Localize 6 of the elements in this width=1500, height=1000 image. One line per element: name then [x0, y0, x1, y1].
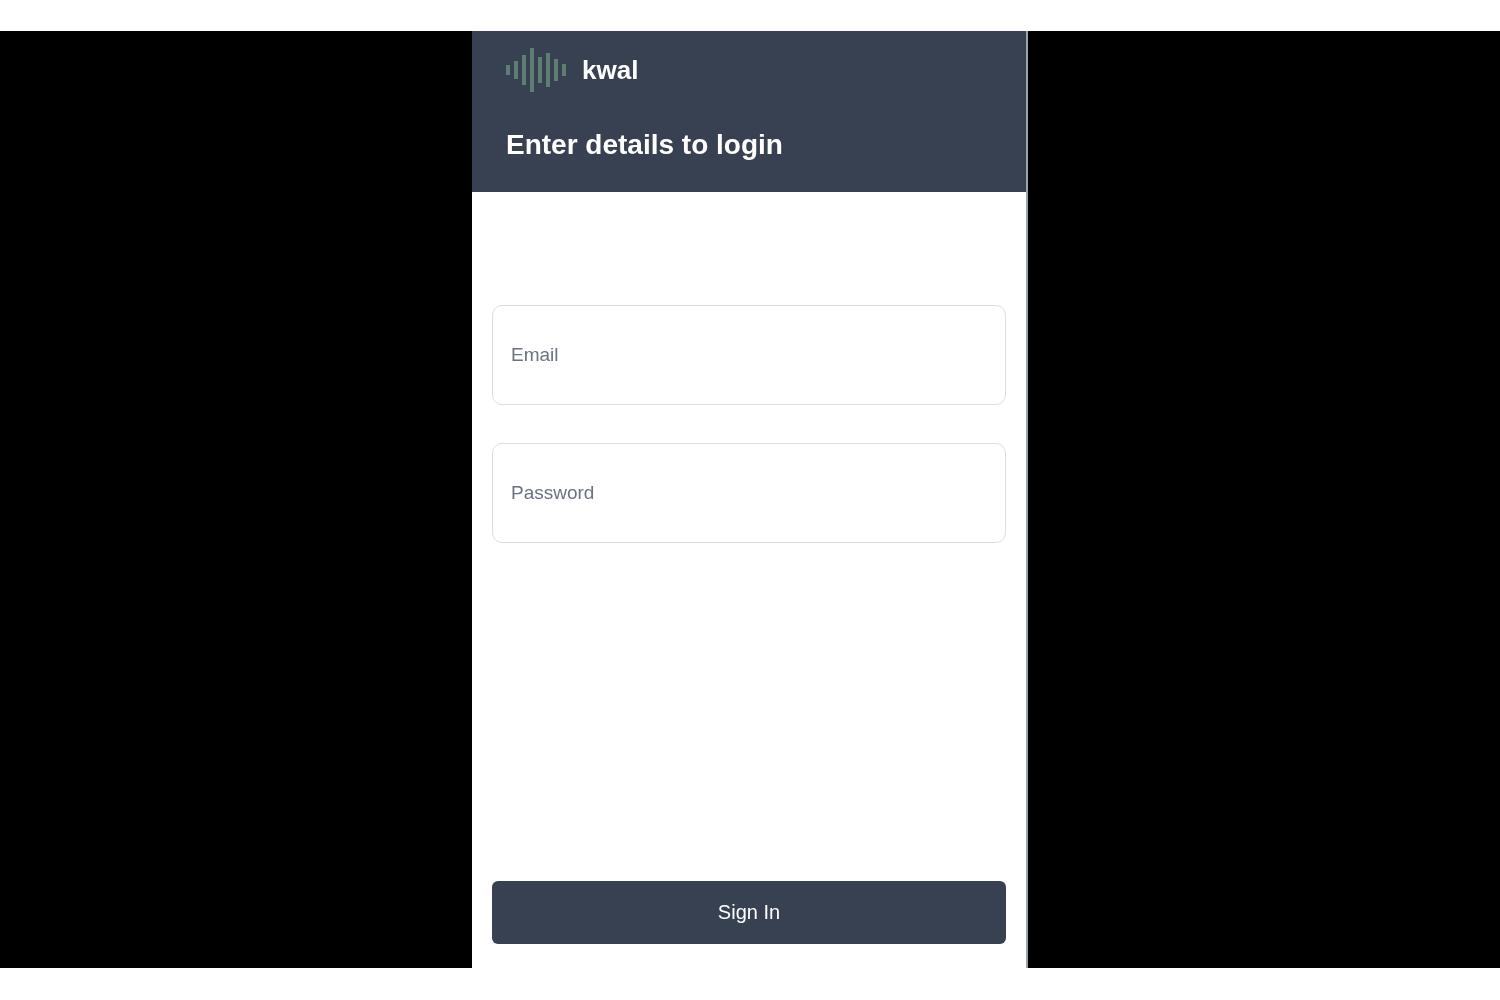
input-field[interactable]: Email — [492, 305, 1006, 405]
input-field[interactable]: Password — [492, 443, 1006, 543]
sign-in-button[interactable]: Sign In — [492, 881, 1006, 944]
app-name: kwal — [582, 54, 639, 86]
page-heading: Enter details to login — [506, 129, 784, 161]
waveform-logo-icon — [504, 47, 566, 93]
